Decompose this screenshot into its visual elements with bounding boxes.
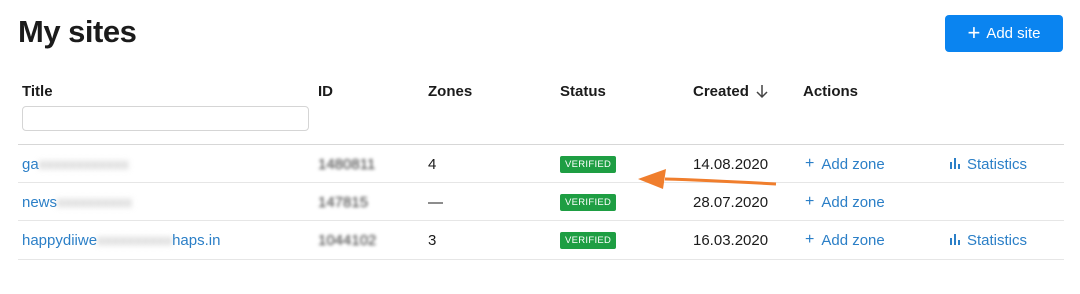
- site-id: 1044102: [318, 231, 377, 249]
- zones-count: —: [428, 193, 443, 211]
- table-row: ga xxxxxxxxxxxx 1480811 4 VERIFIED 14.08…: [0, 145, 1080, 183]
- site-title-redacted: xxxxxxxxxxxx: [38, 155, 129, 173]
- plus-icon: +: [967, 19, 981, 45]
- column-header-title: Title: [22, 83, 53, 100]
- arrow-down-icon[interactable]: [755, 84, 769, 99]
- column-header-status: Status: [560, 83, 606, 100]
- zones-count: 4: [428, 155, 437, 173]
- statistics-link[interactable]: Statistics: [949, 145, 1027, 183]
- add-zone-link[interactable]: + Add zone: [805, 183, 885, 221]
- add-site-button[interactable]: + Add site: [945, 15, 1063, 52]
- site-title-visible: happydiiwe: [22, 231, 98, 249]
- column-header-zones: Zones: [428, 83, 473, 100]
- status-badge: VERIFIED: [560, 193, 617, 211]
- add-zone-label: Add zone: [821, 193, 885, 211]
- add-zone-link[interactable]: + Add zone: [805, 145, 885, 183]
- statistics-label: Statistics: [967, 155, 1028, 173]
- column-header-actions: Actions: [803, 83, 859, 100]
- created-header-label: Created: [693, 83, 749, 100]
- plus-icon: +: [805, 231, 815, 248]
- site-title-link[interactable]: news xxxxxxxxxx: [22, 183, 132, 221]
- statistics-link[interactable]: Statistics: [949, 221, 1027, 259]
- title-filter-input[interactable]: [22, 106, 309, 131]
- site-title-redacted: xxxxxxxxxx: [97, 231, 173, 249]
- annotation-arrow-icon: [638, 169, 777, 189]
- site-id: 1480811: [318, 155, 376, 173]
- created-date: 16.03.2020: [693, 231, 769, 249]
- column-header-id: ID: [318, 83, 333, 100]
- site-title-link[interactable]: happydiiwe xxxxxxxxxx haps.in: [22, 221, 220, 259]
- table-row: news xxxxxxxxxx 147815 — VERIFIED 28.07.…: [0, 183, 1080, 221]
- row-divider: [18, 259, 1064, 260]
- plus-icon: +: [805, 155, 815, 172]
- plus-icon: +: [805, 193, 815, 210]
- status-badge: VERIFIED: [560, 231, 617, 249]
- statistics-label: Statistics: [967, 231, 1028, 249]
- page-title: My sites: [18, 14, 137, 49]
- site-title-redacted: xxxxxxxxxx: [57, 193, 133, 211]
- site-title-visible: ga: [22, 155, 39, 173]
- column-header-created[interactable]: Created: [693, 83, 769, 100]
- status-badge: VERIFIED: [560, 155, 617, 173]
- site-title-visible: news: [22, 193, 58, 211]
- add-zone-label: Add zone: [821, 231, 885, 249]
- add-zone-label: Add zone: [821, 155, 885, 173]
- site-id: 147815: [318, 193, 369, 211]
- bar-chart-icon: [949, 232, 961, 249]
- add-zone-link[interactable]: + Add zone: [805, 221, 885, 259]
- add-site-label: Add site: [986, 25, 1041, 42]
- table-row: happydiiwe xxxxxxxxxx haps.in 1044102 3 …: [0, 221, 1080, 259]
- site-title-link[interactable]: ga xxxxxxxxxxxx: [22, 145, 129, 183]
- bar-chart-icon: [949, 156, 961, 173]
- site-title-suffix: haps.in: [172, 231, 221, 249]
- zones-count: 3: [428, 231, 437, 249]
